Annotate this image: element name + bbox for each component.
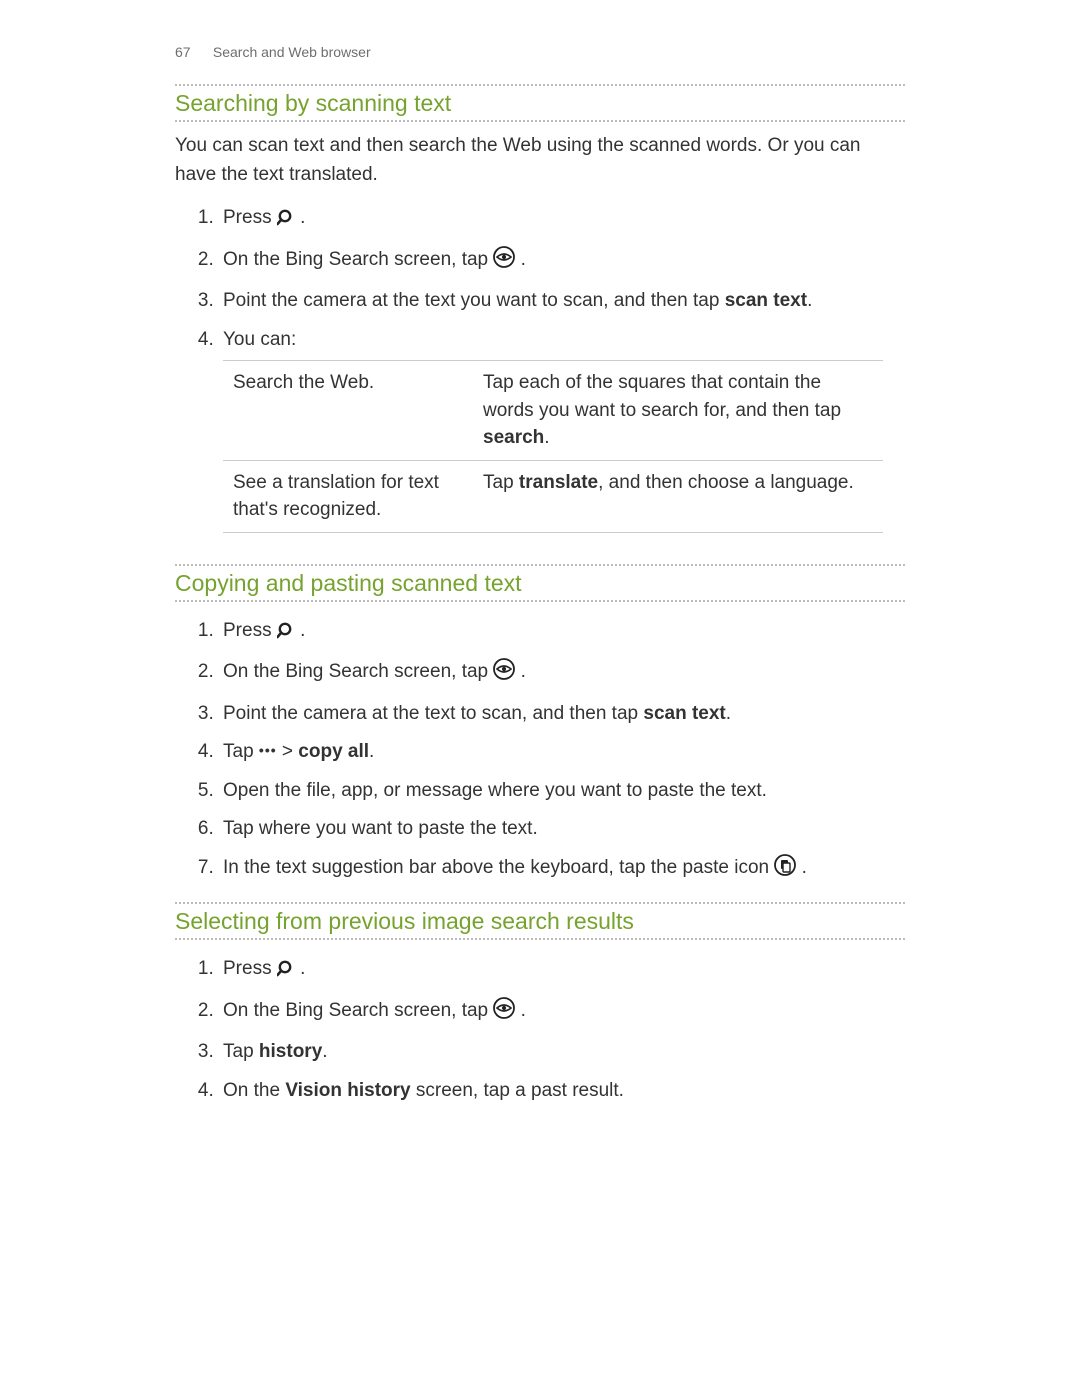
step: On the Bing Search screen, tap . — [219, 992, 905, 1034]
step: Point the camera at the text to scan, an… — [219, 695, 905, 734]
page-number: 67 — [175, 44, 209, 60]
search-icon — [277, 958, 295, 987]
step: Tap history. — [219, 1033, 905, 1072]
table-cell: Tap translate, and then choose a languag… — [473, 460, 883, 532]
paste-circle-icon — [774, 854, 796, 886]
options-table: Search the Web. Tap each of the squares … — [223, 360, 883, 533]
step: Tap where you want to paste the text. — [219, 810, 905, 849]
steps-scan-search: Press . On the Bing Search screen, tap .… — [175, 199, 905, 538]
step: Press . — [219, 612, 905, 654]
section-heading-previous-results: Selecting from previous image search res… — [175, 902, 905, 940]
steps-copy-paste: Press . On the Bing Search screen, tap .… — [175, 612, 905, 891]
step: On the Bing Search screen, tap . — [219, 653, 905, 695]
step: On the Bing Search screen, tap . — [219, 241, 905, 283]
more-icon: ••• — [259, 742, 277, 758]
eye-circle-icon — [493, 246, 515, 278]
running-header: 67 Search and Web browser — [175, 44, 905, 60]
step: Press . — [219, 950, 905, 992]
search-icon — [277, 207, 295, 236]
section-heading-copy-paste: Copying and pasting scanned text — [175, 564, 905, 602]
table-cell: Tap each of the squares that contain the… — [473, 361, 883, 461]
eye-circle-icon — [493, 658, 515, 690]
table-cell: Search the Web. — [223, 361, 473, 461]
search-icon — [277, 620, 295, 649]
section-intro: You can scan text and then search the We… — [175, 132, 905, 189]
section-heading-scan-search: Searching by scanning text — [175, 84, 905, 122]
table-row: See a translation for text that's recogn… — [223, 460, 883, 532]
step: Press . — [219, 199, 905, 241]
step: You can: Search the Web. Tap each of the… — [219, 321, 905, 538]
step: In the text suggestion bar above the key… — [219, 849, 905, 891]
step: Open the file, app, or message where you… — [219, 772, 905, 811]
page: 67 Search and Web browser Searching by s… — [0, 0, 1080, 1397]
table-cell: See a translation for text that's recogn… — [223, 460, 473, 532]
step: Point the camera at the text you want to… — [219, 282, 905, 321]
eye-circle-icon — [493, 997, 515, 1029]
table-row: Search the Web. Tap each of the squares … — [223, 361, 883, 461]
step: On the Vision history screen, tap a past… — [219, 1072, 905, 1111]
steps-previous-results: Press . On the Bing Search screen, tap .… — [175, 950, 905, 1110]
step: Tap ••• > copy all. — [219, 733, 905, 772]
header-section: Search and Web browser — [213, 44, 371, 60]
